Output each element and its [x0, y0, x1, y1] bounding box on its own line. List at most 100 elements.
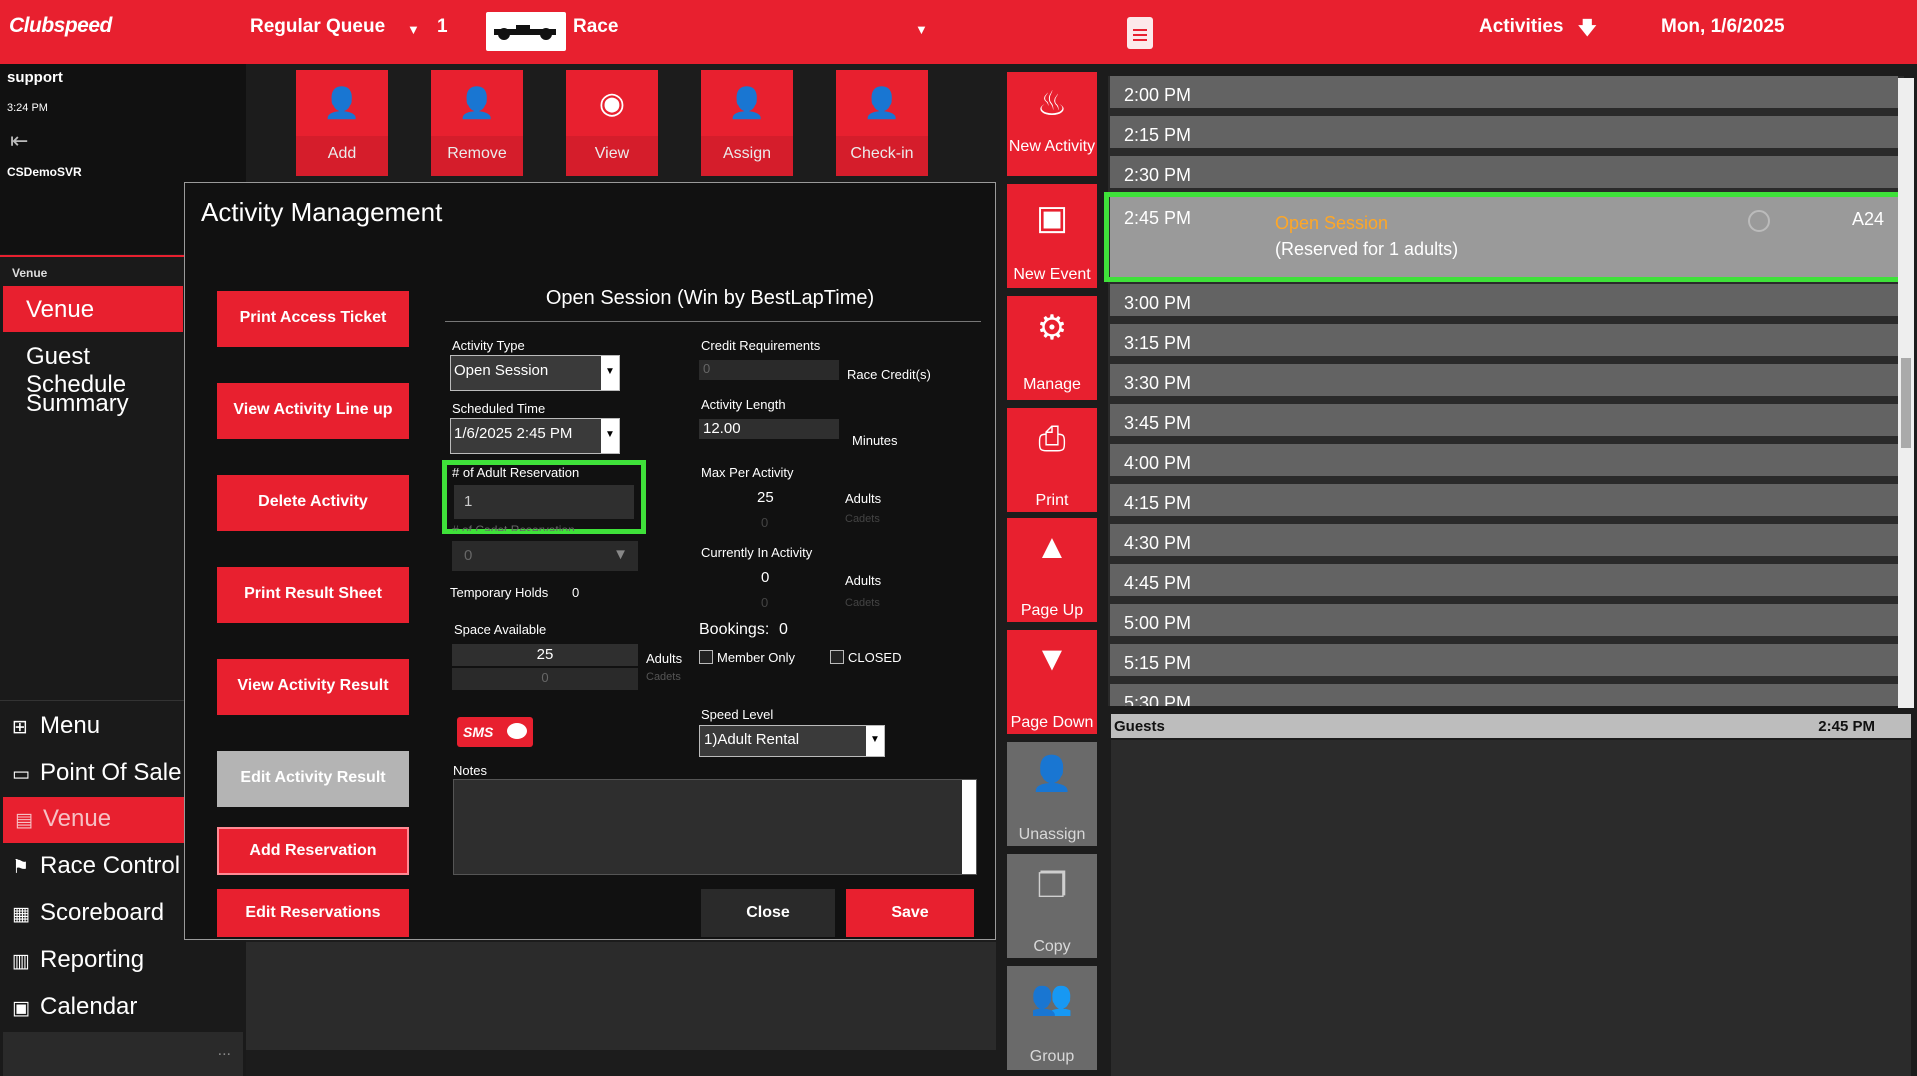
closed-checkbox[interactable] [830, 650, 844, 664]
nav-calendar[interactable]: ▣ Calendar [0, 985, 246, 1031]
view-activity-lineup-button[interactable]: View Activity Line up [217, 383, 409, 439]
nav-venue[interactable]: ▤ Venue [3, 797, 185, 843]
slot-time: 3:15 PM [1124, 333, 1192, 353]
nav-menu-label: Menu [40, 712, 101, 739]
add-label: Add [327, 145, 357, 162]
speed-level-select[interactable]: 1)Adult Rental ▼ [699, 725, 885, 757]
eye-icon: ◉ [598, 87, 626, 120]
group-button[interactable]: 👥 Group [1007, 966, 1097, 1070]
slot-time: 3:30 PM [1124, 373, 1192, 393]
print-access-ticket-button[interactable]: Print Access Ticket [217, 291, 409, 347]
time-slot[interactable]: 3:00 PM [1110, 284, 1898, 320]
download-arrow-icon[interactable]: 🡇 [1578, 16, 1597, 46]
space-adults-unit: Adults [646, 651, 683, 666]
time-slot[interactable]: 2:15 PM [1110, 116, 1898, 152]
more-icon[interactable]: ... [218, 1042, 231, 1060]
temporary-holds-value: 0 [572, 585, 580, 600]
new-event-button[interactable]: ▣ New Event [1007, 184, 1097, 288]
member-only-checkbox[interactable] [699, 650, 713, 664]
page-up-button[interactable]: ▲ Page Up [1007, 518, 1097, 622]
race-dropdown-icon[interactable]: ▼ [915, 22, 928, 37]
time-slot[interactable]: 5:30 PM [1110, 684, 1898, 706]
time-slot[interactable]: 2:30 PM [1110, 156, 1898, 192]
current-date: Mon, 1/6/2025 [1661, 16, 1785, 37]
time-slot[interactable]: 5:00 PM [1110, 604, 1898, 640]
remove-button[interactable]: 👤 Remove [431, 70, 523, 176]
manage-label: Manage [1023, 376, 1081, 393]
logout-icon[interactable]: ⇤ [10, 128, 28, 154]
sms-button[interactable]: SMS [457, 717, 533, 747]
activity-length-input[interactable]: 12.00 [699, 419, 839, 439]
max-per-activity-value: 25 [757, 489, 774, 506]
time-slot[interactable]: 3:30 PM [1110, 364, 1898, 400]
time-slot[interactable]: 5:15 PM [1110, 644, 1898, 680]
time-slot[interactable]: 4:30 PM [1110, 524, 1898, 560]
time-slot[interactable]: 4:45 PM [1110, 564, 1898, 600]
scrollbar-thumb[interactable] [1901, 358, 1911, 448]
unassign-label: Unassign [1018, 826, 1086, 843]
credit-requirements-input[interactable]: 0 [699, 360, 839, 380]
add-reservation-button[interactable]: Add Reservation [217, 827, 409, 875]
check-in-label: Check-in [850, 145, 914, 162]
bookings-value: 0 [779, 621, 788, 638]
document-icon[interactable] [1127, 17, 1153, 49]
add-button[interactable]: 👤 Add [296, 70, 388, 176]
calendar-icon: ▣ [1035, 199, 1069, 237]
scheduled-time-label: Scheduled Time [452, 401, 546, 416]
sms-label: SMS [463, 724, 494, 740]
time-slot[interactable]: 3:15 PM [1110, 324, 1898, 360]
bar-chart-icon: ▥ [12, 951, 30, 972]
time-slot[interactable]: 4:00 PM [1110, 444, 1898, 480]
save-button[interactable]: Save [846, 889, 974, 937]
time-slot[interactable]: 3:45 PM [1110, 404, 1898, 440]
notes-scrollbar[interactable] [962, 780, 976, 874]
activity-type-value: Open Session [454, 362, 549, 379]
close-button[interactable]: Close [701, 889, 835, 937]
temporary-holds-label: Temporary Holds [450, 585, 549, 600]
session-title-divider [445, 321, 981, 322]
edit-reservations-button[interactable]: Edit Reservations [217, 889, 409, 937]
copy-button[interactable]: ❐ Copy [1007, 854, 1097, 958]
slot-time: 4:45 PM [1124, 573, 1192, 593]
sidebar-item-guest-schedule[interactable]: Guest Schedule [3, 333, 183, 398]
check-in-button[interactable]: 👤 Check-in [836, 70, 928, 176]
unassign-button[interactable]: 👤 Unassign [1007, 742, 1097, 846]
cadet-reservation-select[interactable]: 0 ▼ [452, 541, 638, 571]
sidebar-item-summary[interactable]: Summary [3, 380, 183, 426]
flame-icon: ♨ [1036, 85, 1068, 123]
activities-label[interactable]: Activities [1479, 16, 1563, 38]
nav-reporting[interactable]: ▥ Reporting [0, 938, 246, 984]
manage-button[interactable]: ⚙ Manage [1007, 296, 1097, 400]
time-slot[interactable]: 4:15 PM [1110, 484, 1898, 520]
space-cadets-unit: Cadets [646, 671, 681, 683]
new-event-label: New Event [1013, 266, 1091, 283]
chevron-down-icon: ▼ [601, 419, 619, 453]
group-icon: 👥 [1030, 979, 1074, 1017]
assign-person-icon: 👤 [728, 87, 766, 120]
new-activity-button[interactable]: ♨ New Activity [1007, 72, 1097, 176]
top-bar: Clubspeed Regular Queue ▼ 1 Race ▼ Activ… [0, 0, 1917, 64]
view-activity-result-button[interactable]: View Activity Result [217, 659, 409, 715]
print-result-sheet-button[interactable]: Print Result Sheet [217, 567, 409, 623]
page-down-button[interactable]: ▼ Page Down [1007, 630, 1097, 734]
race-selector[interactable]: Race [573, 16, 618, 38]
view-button[interactable]: ◉ View [566, 70, 658, 176]
unassign-person-icon: 👤 [1030, 755, 1074, 793]
scheduled-time-select[interactable]: 1/6/2025 2:45 PM ▼ [450, 418, 620, 454]
edit-activity-result-button[interactable]: Edit Activity Result [217, 751, 409, 807]
currently-in-activity-label: Currently In Activity [701, 545, 813, 560]
time-slot[interactable]: 2:00 PM [1110, 76, 1898, 112]
schedule-scrollbar[interactable] [1898, 78, 1914, 708]
activity-type-select[interactable]: Open Session ▼ [450, 355, 620, 391]
delete-activity-button[interactable]: Delete Activity [217, 475, 409, 531]
member-only-label: Member Only [717, 650, 796, 665]
queue-selector[interactable]: Regular Queue [250, 16, 385, 38]
assign-button[interactable]: 👤 Assign [701, 70, 793, 176]
sidebar-item-venue[interactable]: Venue [3, 286, 183, 332]
guests-time: 2:45 PM [1818, 718, 1875, 735]
activity-management-dialog: Activity Management Print Access Ticket … [184, 182, 996, 940]
print-button[interactable]: ⎙ Print [1007, 408, 1097, 512]
race-car-image [486, 12, 566, 51]
notes-textarea[interactable] [453, 779, 977, 875]
queue-dropdown-icon[interactable]: ▼ [407, 22, 420, 37]
